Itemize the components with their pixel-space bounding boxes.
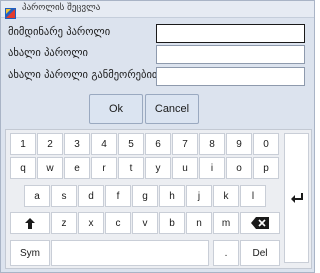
key-n[interactable]: n	[186, 212, 212, 234]
key-7[interactable]: 7	[172, 133, 198, 155]
key-p[interactable]: p	[253, 157, 279, 179]
change-password-window: პაროლის შეცვლა მიმდინარე პაროლი ახალი პა…	[0, 0, 315, 273]
app-icon	[5, 4, 16, 19]
cancel-button[interactable]: Cancel	[145, 94, 199, 124]
shift-up-arrow-icon	[25, 217, 35, 229]
key-d[interactable]: d	[78, 185, 104, 207]
confirm-password-label: ახალი პაროლი განმეორებით	[8, 69, 161, 81]
ok-button[interactable]: Ok	[89, 94, 143, 124]
key-6[interactable]: 6	[145, 133, 171, 155]
key-h[interactable]: h	[159, 185, 185, 207]
key-l[interactable]: l	[240, 185, 266, 207]
dot-key[interactable]: .	[213, 240, 239, 266]
key-k[interactable]: k	[213, 185, 239, 207]
confirm-password-input[interactable]	[156, 67, 305, 86]
key-x[interactable]: x	[78, 212, 104, 234]
key-g[interactable]: g	[132, 185, 158, 207]
key-j[interactable]: j	[186, 185, 212, 207]
title-bar: პაროლის შეცვლა	[1, 1, 314, 19]
key-e[interactable]: e	[64, 157, 90, 179]
key-8[interactable]: 8	[199, 133, 225, 155]
window-title: პაროლის შეცვლა	[22, 3, 101, 13]
key-2[interactable]: 2	[37, 133, 63, 155]
key-o[interactable]: o	[226, 157, 252, 179]
key-r[interactable]: r	[91, 157, 117, 179]
key-v[interactable]: v	[132, 212, 158, 234]
key-y[interactable]: y	[145, 157, 171, 179]
delete-key[interactable]: Del	[240, 240, 280, 266]
key-a[interactable]: a	[24, 185, 50, 207]
space-key[interactable]	[51, 240, 209, 266]
key-i[interactable]: i	[199, 157, 225, 179]
key-s[interactable]: s	[51, 185, 77, 207]
key-f[interactable]: f	[105, 185, 131, 207]
key-5[interactable]: 5	[118, 133, 144, 155]
new-password-label: ახალი პაროლი	[8, 47, 88, 59]
key-4[interactable]: 4	[91, 133, 117, 155]
key-1[interactable]: 1	[10, 133, 36, 155]
key-m[interactable]: m	[213, 212, 239, 234]
backspace-key[interactable]	[240, 212, 280, 234]
key-t[interactable]: t	[118, 157, 144, 179]
key-u[interactable]: u	[172, 157, 198, 179]
key-0[interactable]: 0	[253, 133, 279, 155]
key-w[interactable]: w	[37, 157, 63, 179]
current-password-input[interactable]	[156, 24, 305, 43]
virtual-keyboard: 1 2 3 4 5 6 7 8 9 0 q w e r t y u i o p …	[5, 129, 312, 269]
backspace-icon	[251, 217, 269, 229]
enter-return-icon	[290, 192, 303, 204]
key-b[interactable]: b	[159, 212, 185, 234]
key-9[interactable]: 9	[226, 133, 252, 155]
key-c[interactable]: c	[105, 212, 131, 234]
current-password-label: მიმდინარე პაროლი	[8, 26, 111, 38]
shift-key[interactable]	[10, 212, 50, 234]
key-z[interactable]: z	[51, 212, 77, 234]
enter-key[interactable]	[284, 133, 309, 263]
sym-key[interactable]: Sym	[10, 240, 50, 266]
key-q[interactable]: q	[10, 157, 36, 179]
new-password-input[interactable]	[156, 45, 305, 64]
key-3[interactable]: 3	[64, 133, 90, 155]
